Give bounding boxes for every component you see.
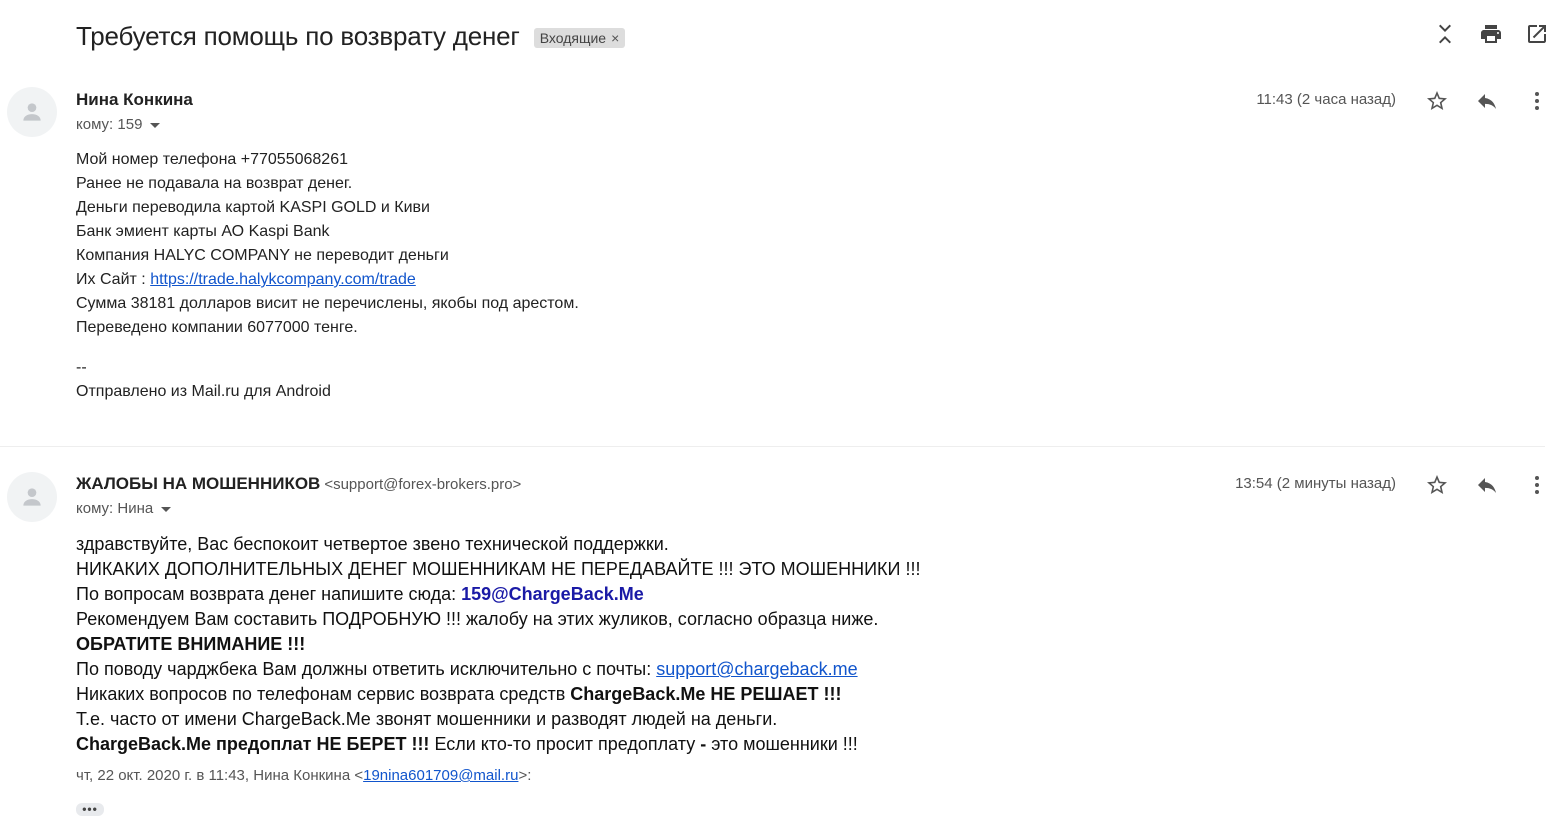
body-line: Их Сайт : https://trade.halykcompany.com…: [76, 268, 579, 292]
message-actions: [1425, 471, 1549, 499]
thread-toolbar: [1433, 20, 1549, 48]
star-icon: [1427, 91, 1447, 110]
inbox-label-chip[interactable]: Входящие ×: [533, 28, 626, 48]
attention-text: ОБРАТИТЕ ВНИМАНИЕ !!!: [76, 634, 306, 654]
chevron-down-icon: [161, 507, 172, 512]
support-label: По поводу чарджбека Вам должны ответить …: [76, 659, 657, 679]
body-line: здравствуйте, Вас беспокоит четвертое зв…: [76, 534, 669, 554]
body-line: НИКАКИХ ДОПОЛНИТЕЛЬНЫХ ДЕНЕГ МОШЕННИКАМ …: [76, 559, 921, 579]
recipient-text: кому: 159: [76, 116, 143, 133]
recipient-toggle[interactable]: кому: 159: [76, 116, 161, 133]
message-time: 13:54 (2 минуты назад): [1235, 475, 1396, 492]
show-trimmed-content-button[interactable]: •••: [76, 803, 104, 816]
body-line: Сумма 38181 долларов висит не перечислен…: [76, 295, 579, 312]
body-line: По вопросам возврата денег напишите сюда…: [76, 582, 920, 607]
print-button[interactable]: [1479, 20, 1503, 48]
chargeback-email[interactable]: 159@ChargeBack.Me: [461, 584, 644, 604]
message-actions: [1425, 87, 1549, 115]
prepay-bold: ChargeBack.Me предоплат НЕ БЕРЕТ !!!: [76, 734, 430, 754]
open-in-new-icon: [1528, 25, 1546, 43]
phone-note-bold: ChargeBack.Me НЕ РЕШАЕТ !!!: [570, 684, 842, 704]
recipient-text: кому: Нина: [76, 500, 154, 517]
reply-icon: [1478, 94, 1496, 109]
avatar[interactable]: [7, 472, 57, 522]
more-vert-icon: [1535, 476, 1539, 494]
quote-suffix: >:: [518, 767, 532, 784]
sender-line: ЖАЛОБЫ НА МОШЕННИКОВ <support@forex-broke…: [76, 474, 521, 494]
message-body: здравствуйте, Вас беспокоит четвертое зв…: [76, 532, 920, 757]
phone-note: Никаких вопросов по телефонам сервис воз…: [76, 684, 571, 704]
quote-prefix: чт, 22 окт. 2020 г. в 11:43, Нина Конкин…: [76, 767, 364, 784]
open-new-window-button[interactable]: [1525, 20, 1549, 48]
avatar[interactable]: [7, 87, 57, 137]
body-line: Компания HALYC COMPANY не переводит день…: [76, 247, 449, 264]
reply-button[interactable]: [1475, 87, 1499, 115]
print-icon: [1481, 25, 1501, 43]
body-line: ОБРАТИТЕ ВНИМАНИЕ !!!: [76, 632, 920, 657]
message-body: Мой номер телефона +77055068261 Ранее не…: [76, 148, 579, 404]
sender-name[interactable]: ЖАЛОБЫ НА МОШЕННИКОВ: [76, 474, 320, 493]
collapse-all-button[interactable]: [1433, 20, 1457, 48]
message-divider: [0, 446, 1545, 447]
star-button[interactable]: [1425, 87, 1449, 115]
body-line: Деньги переводила картой KASPI GOLD и Ки…: [76, 199, 430, 216]
quote-email-link[interactable]: 19nina601709@mail.ru: [363, 767, 518, 784]
contact-label: По вопросам возврата денег напишите сюда…: [76, 584, 462, 604]
star-icon: [1427, 475, 1447, 494]
body-line: Т.е. часто от имени ChargeBack.Me звонят…: [76, 709, 778, 729]
sender-email: <support@forex-brokers.pro>: [324, 476, 522, 493]
body-line: Мой номер телефона +77055068261: [76, 151, 348, 168]
thread-subject: Требуется помощь по возврату денег: [76, 20, 520, 51]
body-line: Переведено компании 6077000 тенге.: [76, 319, 358, 336]
ellipsis-icon: •••: [82, 802, 98, 816]
more-vert-icon: [1535, 92, 1539, 110]
sender-name[interactable]: Нина Конкина: [76, 90, 193, 109]
person-icon: [23, 103, 41, 121]
more-options-button[interactable]: [1525, 87, 1549, 115]
sender-line: Нина Конкина: [76, 90, 193, 110]
reply-icon: [1478, 478, 1496, 493]
person-icon: [23, 488, 41, 506]
prepay-note: Если кто-то просит предоплату: [429, 734, 701, 754]
inbox-label-text: Входящие: [539, 30, 607, 46]
remove-label-button[interactable]: ×: [611, 30, 619, 46]
signature: Отправлено из Mail.ru для Android: [76, 383, 331, 400]
body-line: Ранее не подавала на возврат денег.: [76, 175, 353, 192]
star-button[interactable]: [1425, 471, 1449, 499]
quote-header: чт, 22 окт. 2020 г. в 11:43, Нина Конкин…: [76, 767, 531, 784]
support-email-link[interactable]: support@chargeback.me: [656, 659, 857, 679]
prepay-end: это мошенники !!!: [706, 734, 858, 754]
body-line: Банк эмиент карты АО Kaspi Bank: [76, 223, 330, 240]
reply-button[interactable]: [1475, 471, 1499, 499]
collapse-icon: [1439, 24, 1451, 44]
body-line: ChargeBack.Me предоплат НЕ БЕРЕТ !!! Есл…: [76, 732, 920, 757]
body-line: По поводу чарджбека Вам должны ответить …: [76, 657, 920, 682]
subject-row: Требуется помощь по возврату денег Входя…: [76, 18, 626, 54]
site-link[interactable]: https://trade.halykcompany.com/trade: [150, 271, 416, 288]
more-options-button[interactable]: [1525, 471, 1549, 499]
body-line: Никаких вопросов по телефонам сервис воз…: [76, 682, 920, 707]
recipient-toggle[interactable]: кому: Нина: [76, 500, 172, 517]
site-label: Их Сайт :: [76, 271, 151, 288]
signature-separator: --: [76, 359, 87, 376]
chevron-down-icon: [150, 123, 161, 128]
message-time: 11:43 (2 часа назад): [1256, 91, 1396, 108]
body-line: Рекомендуем Вам составить ПОДРОБНУЮ !!! …: [76, 609, 879, 629]
